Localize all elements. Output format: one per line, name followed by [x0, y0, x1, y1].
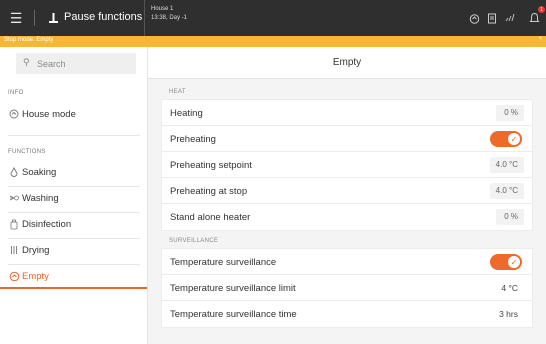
sidebar-item-label: House mode	[22, 109, 76, 120]
drying-icon	[8, 244, 20, 256]
setting-label: Heating	[170, 108, 203, 119]
setting-row-temperature-surveillance-time: Temperature surveillance time 3 hrs	[162, 301, 532, 327]
temperature-surveillance-limit-value: 4 °C	[501, 283, 518, 293]
search-input[interactable]	[37, 55, 132, 72]
hamburger-icon[interactable]: ☰	[6, 8, 26, 28]
setting-label: Temperature surveillance limit	[170, 283, 296, 294]
heat-heading: HEAT	[169, 89, 186, 95]
temperature-surveillance-toggle[interactable]: ✓	[490, 254, 522, 270]
divider	[34, 10, 35, 26]
preheating-at-stop-value[interactable]: 4.0 °C	[489, 183, 524, 199]
heat-card: Heating 0 % Preheating ✓ Preheating setp…	[161, 99, 533, 231]
main-title-bar: Empty	[148, 47, 546, 79]
pause-icon	[46, 9, 60, 27]
setting-label: Stand alone heater	[170, 212, 251, 223]
setting-label: Temperature surveillance	[170, 257, 277, 268]
disinfection-icon	[8, 218, 20, 230]
info-heading: INFO	[8, 90, 24, 96]
setting-row-heating: Heating 0 %	[162, 100, 532, 126]
sidebar-item-disinfection[interactable]: Disinfection	[0, 211, 147, 237]
surveillance-card: Temperature surveillance ✓ Temperature s…	[161, 248, 533, 328]
setting-row-preheating-at-stop: Preheating at stop 4.0 °C	[162, 178, 532, 204]
sidebar-item-label: Disinfection	[22, 219, 72, 230]
setting-row-preheating-setpoint: Preheating setpoint 4.0 °C	[162, 152, 532, 178]
setting-row-temperature-surveillance: Temperature surveillance ✓	[162, 249, 532, 275]
house-name: House 1	[151, 6, 174, 12]
preheating-toggle[interactable]: ✓	[490, 131, 522, 147]
sidebar-item-washing[interactable]: Washing	[0, 185, 147, 211]
page-title: Pause functions	[64, 11, 143, 23]
top-bar: ☰ Pause functions House 1 13:38, Day -1 …	[0, 0, 546, 36]
sidebar: ⚲ INFO House mode FUNCTIONS Soaking Wash…	[0, 47, 148, 344]
sidebar-item-soaking[interactable]: Soaking	[0, 159, 147, 185]
stand-alone-heater-value[interactable]: 0 %	[496, 209, 524, 225]
stop-mode-bar: Stop mode: Empty ×	[0, 36, 546, 47]
signal-icon[interactable]	[502, 10, 518, 26]
close-icon[interactable]: ×	[538, 36, 542, 42]
sidebar-item-label: Drying	[22, 245, 50, 256]
surveillance-heading: SURVEILLANCE	[169, 238, 219, 244]
sidebar-item-label: Soaking	[22, 167, 57, 178]
house-info: House 1 13:38, Day -1	[151, 5, 187, 23]
main-panel: Empty HEAT Heating 0 % Preheating ✓ Preh…	[148, 47, 546, 344]
stop-mode-text: Stop mode: Empty	[4, 37, 54, 43]
house-time: 13:38, Day -1	[151, 15, 188, 21]
heating-value[interactable]: 0 %	[496, 105, 524, 121]
preheating-setpoint-value[interactable]: 4.0 °C	[489, 157, 524, 173]
setting-row-temperature-surveillance-limit: Temperature surveillance limit 4 °C	[162, 275, 532, 301]
setting-label: Preheating setpoint	[170, 160, 252, 171]
setting-row-preheating: Preheating ✓	[162, 126, 532, 152]
check-icon: ✓	[508, 133, 520, 145]
temperature-surveillance-time-value: 3 hrs	[499, 309, 518, 319]
sidebar-item-drying[interactable]: Drying	[0, 237, 147, 263]
home-icon[interactable]	[466, 10, 482, 26]
house-mode-icon	[8, 108, 20, 120]
divider	[144, 0, 145, 36]
sidebar-item-label: Washing	[22, 193, 59, 204]
document-icon[interactable]	[484, 10, 500, 26]
sidebar-item-house-mode[interactable]: House mode	[0, 101, 147, 127]
droplet-icon	[8, 166, 20, 178]
sidebar-item-empty[interactable]: Empty	[0, 263, 147, 289]
notification-badge: 1	[538, 6, 545, 13]
washing-icon	[8, 192, 20, 204]
main-title: Empty	[332, 57, 362, 68]
setting-label: Preheating	[170, 134, 216, 145]
setting-row-stand-alone-heater: Stand alone heater 0 %	[162, 204, 532, 230]
search-box[interactable]: ⚲	[16, 53, 136, 74]
divider	[8, 135, 140, 136]
setting-label: Preheating at stop	[170, 186, 248, 197]
setting-label: Temperature surveillance time	[170, 309, 297, 320]
empty-icon	[8, 270, 20, 282]
check-icon: ✓	[508, 256, 520, 268]
sidebar-item-label: Empty	[22, 271, 49, 282]
functions-heading: FUNCTIONS	[8, 149, 46, 155]
search-icon: ⚲	[23, 57, 30, 67]
